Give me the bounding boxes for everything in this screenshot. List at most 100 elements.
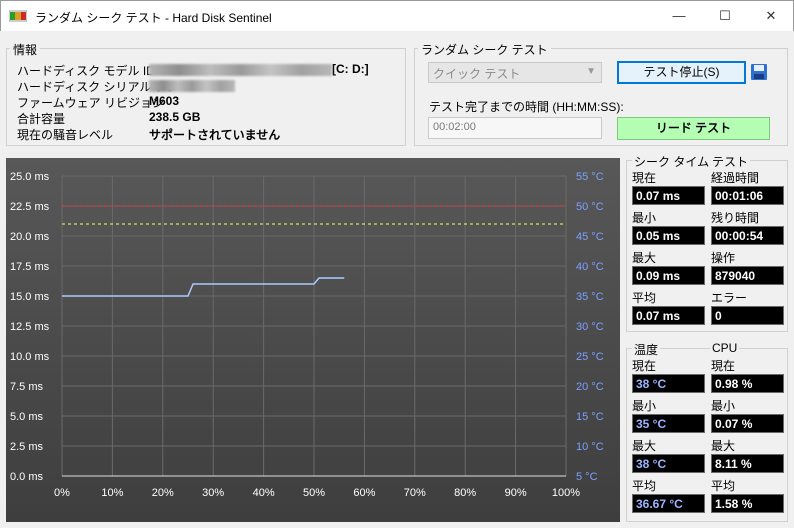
temp-max-label: 最大 — [632, 439, 657, 453]
y-right-tick-label: 35 °C — [576, 291, 604, 303]
info-group-title: 情報 — [10, 41, 41, 58]
x-tick-label: 50% — [303, 487, 325, 499]
stop-test-button[interactable]: テスト停止(S) — [617, 61, 746, 84]
cpu-min-value: 0.07 % — [711, 414, 784, 433]
ops-value: 879040 — [711, 266, 784, 285]
noise-value: サポートされていません — [149, 128, 281, 142]
seek-min-value: 0.05 ms — [632, 226, 705, 245]
cpu-current-value: 0.98 % — [711, 374, 784, 393]
y-left-tick-label: 15.0 ms — [10, 291, 50, 303]
x-tick-label: 60% — [353, 487, 375, 499]
cpu-avg-label: 平均 — [711, 479, 736, 493]
model-value: [C: D:] — [149, 62, 369, 76]
title-bar: ランダム シーク テスト - Hard Disk Sentinel — ☐ ✕ — [0, 0, 794, 31]
x-tick-label: 0% — [54, 487, 70, 499]
temp-min-label: 最小 — [632, 399, 657, 413]
y-right-tick-label: 45 °C — [576, 231, 604, 243]
seek-avg-value: 0.07 ms — [632, 306, 705, 325]
time-label: テスト完了までの時間 (HH:MM:SS): — [429, 100, 624, 114]
cpu-min-label: 最小 — [711, 399, 736, 413]
y-left-tick-label: 0.0 ms — [10, 471, 44, 483]
y-left-tick-label: 20.0 ms — [10, 231, 50, 243]
y-right-tick-label: 10 °C — [576, 441, 604, 453]
y-left-tick-label: 25.0 ms — [10, 171, 50, 183]
redacted-serial — [149, 79, 235, 92]
seek-max-label: 最大 — [632, 251, 657, 265]
time-input[interactable]: 00:02:00 — [428, 117, 602, 139]
seek-min-label: 最小 — [632, 211, 657, 225]
remaining-value: 00:00:54 — [711, 226, 784, 245]
y-right-tick-label: 20 °C — [576, 381, 604, 393]
y-right-tick-label: 5 °C — [576, 471, 598, 483]
y-left-tick-label: 22.5 ms — [10, 201, 50, 213]
y-right-tick-label: 15 °C — [576, 411, 604, 423]
test-group-title: ランダム シーク テスト — [418, 41, 551, 58]
elapsed-label: 経過時間 — [711, 171, 760, 185]
temp-avg-label: 平均 — [632, 479, 657, 493]
maximize-button[interactable]: ☐ — [702, 1, 748, 31]
ops-label: 操作 — [711, 251, 736, 265]
y-right-tick-label: 30 °C — [576, 321, 604, 333]
y-right-tick-label: 25 °C — [576, 351, 604, 363]
seek-max-value: 0.09 ms — [632, 266, 705, 285]
y-left-tick-label: 5.0 ms — [10, 411, 44, 423]
x-tick-label: 20% — [152, 487, 174, 499]
window-title: ランダム シーク テスト - Hard Disk Sentinel — [35, 11, 272, 25]
chart-svg: 0.0 ms 5 °C 2.5 ms 10 °C 5.0 ms 15 °C 7.5 ms 20… — [10, 171, 604, 499]
x-tick-label: 80% — [454, 487, 476, 499]
y-left-tick-label: 10.0 ms — [10, 351, 50, 363]
x-tick-label: 30% — [202, 487, 224, 499]
firmware-value: M603 — [149, 94, 180, 108]
y-left-tick-label: 7.5 ms — [10, 381, 44, 393]
save-icon[interactable] — [750, 63, 768, 81]
elapsed-value: 00:01:06 — [711, 186, 784, 205]
model-drives: [C: D:] — [332, 62, 369, 76]
read-test-button[interactable]: リード テスト — [617, 117, 770, 140]
y-left-tick-label: 2.5 ms — [10, 441, 44, 453]
y-right-tick-label: 40 °C — [576, 261, 604, 273]
seek-avg-label: 平均 — [632, 291, 657, 305]
capacity-label: 合計容量 — [17, 112, 66, 126]
errors-value: 0 — [711, 306, 784, 325]
close-button[interactable]: ✕ — [748, 1, 794, 31]
y-left-tick-label: 12.5 ms — [10, 321, 50, 333]
redacted-model — [149, 63, 332, 76]
temperature-header: 温度 — [632, 341, 661, 358]
noise-label: 現在の騒音レベル — [17, 128, 114, 142]
test-stats-header: テスト — [710, 153, 751, 170]
seek-chart: 0.0 ms 5 °C 2.5 ms 10 °C 5.0 ms 15 °C 7.5 ms 20… — [6, 158, 620, 522]
minimize-button[interactable]: — — [656, 1, 702, 31]
cpu-current-label: 現在 — [711, 359, 736, 373]
x-tick-label: 10% — [101, 487, 123, 499]
y-left-tick-label: 17.5 ms — [10, 261, 50, 273]
x-tick-label: 70% — [404, 487, 426, 499]
cpu-avg-value: 1.58 % — [711, 494, 784, 513]
temp-current-label: 現在 — [632, 359, 657, 373]
test-type-value: クイック テスト — [433, 67, 521, 81]
cpu-max-label: 最大 — [711, 439, 736, 453]
serial-value — [149, 78, 235, 92]
errors-label: エラー — [711, 291, 748, 305]
temp-avg-value: 36.67 °C — [632, 494, 705, 513]
seek-time-header: シーク タイム — [632, 153, 712, 170]
cpu-max-value: 8.11 % — [711, 454, 784, 473]
model-label: ハードディスク モデル ID — [17, 64, 155, 78]
chevron-down-icon: ▼ — [586, 66, 596, 77]
x-tick-label: 40% — [253, 487, 275, 499]
temp-current-value: 38 °C — [632, 374, 705, 393]
temp-max-value: 38 °C — [632, 454, 705, 473]
y-right-tick-label: 50 °C — [576, 201, 604, 213]
remaining-label: 残り時間 — [711, 211, 760, 225]
test-type-select[interactable]: クイック テスト ▼ — [428, 62, 602, 83]
seek-current-label: 現在 — [632, 171, 657, 185]
x-tick-label: 90% — [505, 487, 527, 499]
temperature-series-line — [62, 277, 345, 297]
y-right-tick-label: 55 °C — [576, 171, 604, 183]
firmware-label: ファームウェア リビジョン — [17, 96, 164, 110]
seek-current-value: 0.07 ms — [632, 186, 705, 205]
capacity-value: 238.5 GB — [149, 110, 201, 124]
cpu-header: CPU — [710, 341, 740, 355]
temp-min-value: 35 °C — [632, 414, 705, 433]
x-tick-label: 100% — [552, 487, 580, 499]
app-icon — [9, 10, 27, 22]
